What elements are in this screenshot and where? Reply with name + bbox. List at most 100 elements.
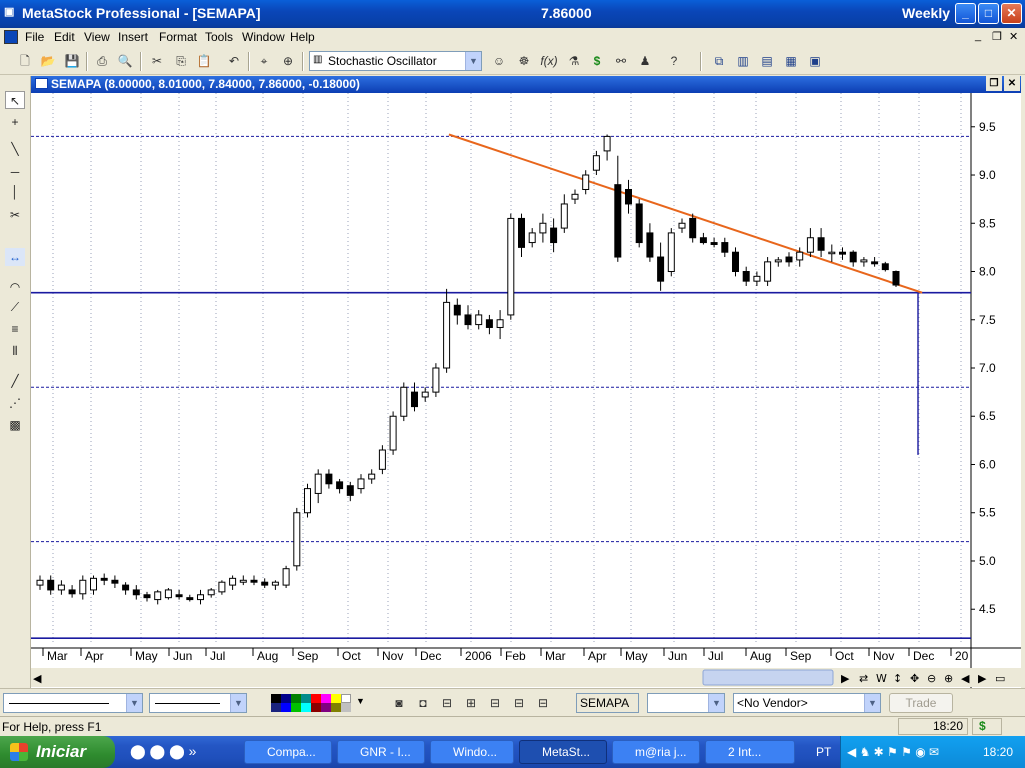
- mdi-minimize-icon[interactable]: _: [975, 30, 981, 42]
- candle-body[interactable]: [357, 478, 365, 490]
- candle-body[interactable]: [507, 217, 515, 316]
- candle-body[interactable]: [293, 512, 301, 567]
- candle-body[interactable]: [346, 485, 354, 496]
- trendline-tool-icon[interactable]: ╲: [5, 140, 25, 158]
- fan-tool-icon[interactable]: ⟋: [5, 298, 25, 316]
- candle-body[interactable]: [336, 481, 344, 490]
- trade-button[interactable]: Trade: [889, 693, 953, 713]
- candle-body[interactable]: [432, 367, 440, 393]
- candle-body[interactable]: [175, 594, 183, 598]
- candle-body[interactable]: [411, 391, 418, 408]
- candle-body[interactable]: [785, 256, 793, 263]
- mdi-close-icon[interactable]: ✕: [1009, 30, 1018, 43]
- open-icon[interactable]: 📂: [39, 52, 57, 70]
- help-pointer-icon[interactable]: ?: [665, 52, 683, 70]
- zoom-icon[interactable]: ⊕: [279, 52, 297, 70]
- cut-icon[interactable]: ✂: [148, 52, 166, 70]
- task-compa[interactable]: Compa...: [244, 740, 332, 764]
- layout-icon[interactable]: ▣: [806, 52, 824, 70]
- candle-body[interactable]: [325, 473, 333, 485]
- candle-body[interactable]: [614, 184, 622, 258]
- new-icon[interactable]: 🗋: [16, 52, 34, 70]
- menu-window[interactable]: Window: [242, 30, 285, 44]
- task-maria[interactable]: m@ria j...: [612, 740, 700, 764]
- vendor-select[interactable]: <No Vendor> ▼: [733, 693, 881, 713]
- security-field[interactable]: SEMAPA: [576, 693, 639, 713]
- close-button[interactable]: ✕: [1001, 3, 1022, 24]
- scroll-left-icon[interactable]: ◀: [33, 672, 42, 685]
- speed-lines-tool-icon[interactable]: ⋰: [5, 394, 25, 412]
- task-windo[interactable]: Windo...: [430, 740, 514, 764]
- formula-icon[interactable]: f(x): [540, 52, 558, 70]
- move-tool-icon[interactable]: ↔: [5, 248, 25, 266]
- chart-nav-icon[interactable]: ◀: [961, 672, 970, 685]
- language-indicator[interactable]: PT: [816, 745, 831, 759]
- candle-body[interactable]: [261, 581, 269, 586]
- candle-body[interactable]: [36, 579, 44, 586]
- menu-file[interactable]: File: [25, 30, 44, 44]
- candle-body[interactable]: [592, 155, 600, 171]
- tile-grid-icon[interactable]: ▦: [782, 52, 800, 70]
- menu-view[interactable]: View: [84, 30, 110, 44]
- chevron-down-icon[interactable]: ▼: [864, 694, 880, 712]
- chevron-down-icon[interactable]: ▼: [230, 694, 246, 712]
- vertical-line-tool-icon[interactable]: │: [5, 183, 25, 201]
- binoculars-icon[interactable]: ⚯: [612, 52, 630, 70]
- child-restore-icon[interactable]: ❐: [986, 76, 1002, 91]
- pointer-tool-icon[interactable]: ↖: [5, 91, 25, 109]
- chart-option-2-icon[interactable]: ⊞: [462, 694, 480, 712]
- candle-body[interactable]: [79, 579, 87, 595]
- candle-body[interactable]: [571, 193, 579, 200]
- tray-icons[interactable]: ◀ ♞ ✱ ⚑ ⚑ ◉ ✉: [847, 745, 939, 759]
- candle-body[interactable]: [560, 203, 568, 229]
- menu-format[interactable]: Format: [159, 30, 197, 44]
- candle-body[interactable]: [839, 251, 846, 255]
- candle-body[interactable]: [699, 237, 707, 244]
- task-metastock[interactable]: MetaSt...: [519, 740, 607, 764]
- candle-body[interactable]: [100, 577, 108, 581]
- properties-icon[interactable]: ◙: [390, 694, 408, 712]
- copy-icon[interactable]: ⎘: [172, 52, 190, 70]
- candle-body[interactable]: [443, 301, 451, 369]
- candle-body[interactable]: [646, 232, 654, 258]
- explorer-icon[interactable]: ☸: [515, 52, 533, 70]
- scrollbar-thumb[interactable]: [702, 669, 834, 686]
- inner-window-2-icon[interactable]: ⊟: [510, 694, 528, 712]
- candle-body[interactable]: [389, 415, 397, 451]
- candle-body[interactable]: [197, 594, 204, 601]
- candle-body[interactable]: [582, 174, 590, 190]
- arc-tool-icon[interactable]: ◠: [5, 278, 25, 296]
- candle-body[interactable]: [742, 271, 750, 282]
- candle-body[interactable]: [496, 319, 504, 328]
- menu-edit[interactable]: Edit: [54, 30, 75, 44]
- candle-body[interactable]: [774, 259, 782, 263]
- candle-body[interactable]: [860, 259, 868, 263]
- properties-alt-icon[interactable]: ◘: [414, 694, 432, 712]
- candle-body[interactable]: [753, 275, 761, 282]
- minimize-button[interactable]: _: [955, 3, 976, 24]
- candle-body[interactable]: [881, 263, 889, 271]
- candle-body[interactable]: [625, 188, 632, 205]
- candle-body[interactable]: [378, 449, 386, 470]
- chart-svg[interactable]: 9.5 9.0 8.5 8.0 7.5 7.0 6.5 6.0 5.5 5.0 4.5 Mar Apr M…: [31, 93, 1021, 688]
- print-preview-icon[interactable]: 🔍: [116, 52, 134, 70]
- candle-body[interactable]: [282, 568, 290, 586]
- candle-body[interactable]: [603, 135, 611, 152]
- candle-body[interactable]: [689, 217, 697, 239]
- crosshair-icon[interactable]: ⌖: [255, 52, 273, 70]
- chart-nav-icon[interactable]: ▭: [995, 672, 1005, 685]
- menu-help[interactable]: Help: [290, 30, 315, 44]
- crosshair-tool-icon[interactable]: +: [5, 113, 25, 131]
- scroll-right-icon[interactable]: ▶: [841, 672, 850, 685]
- chevron-down-icon[interactable]: ▼: [356, 696, 365, 706]
- chart-nav-icon[interactable]: ⇄: [859, 672, 868, 685]
- candle-body[interactable]: [154, 591, 162, 601]
- tester-icon[interactable]: ⚗: [565, 52, 583, 70]
- candle-body[interactable]: [250, 579, 258, 583]
- candle-body[interactable]: [229, 577, 237, 586]
- chart-nav-icon[interactable]: ⊕: [944, 672, 953, 685]
- candle-body[interactable]: [732, 251, 739, 273]
- undo-icon[interactable]: ↶: [225, 52, 243, 70]
- mdi-restore-icon[interactable]: ❐: [992, 30, 1002, 43]
- candle-body[interactable]: [667, 232, 675, 273]
